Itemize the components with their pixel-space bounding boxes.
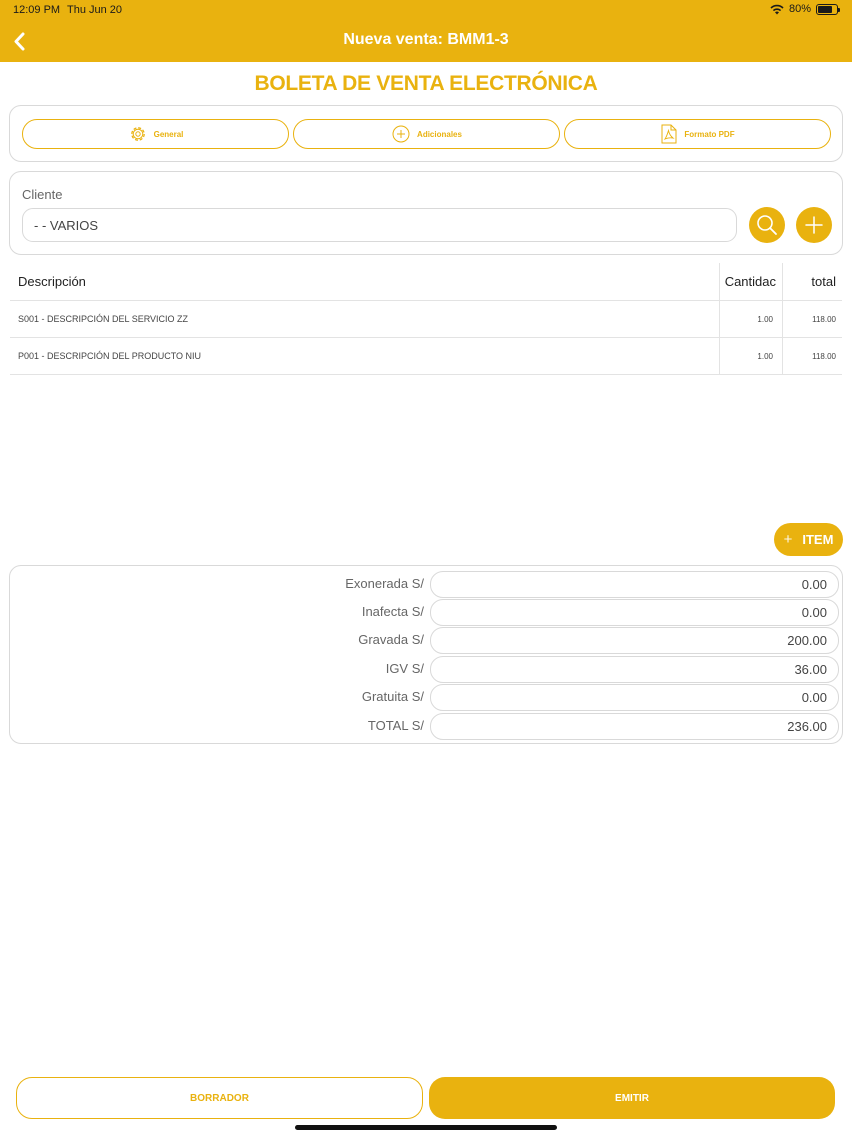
table-row[interactable]: P001 - DESCRIPCIÓN DEL PRODUCTO NIU 1.00… (10, 338, 842, 375)
tabs-panel: General Adicionales Formato PDF (9, 105, 843, 162)
total-value-field[interactable]: 236.00 (430, 713, 839, 740)
table-header: Descripción Cantidac total (10, 263, 842, 301)
tab-general[interactable]: General (22, 119, 289, 149)
total-row-inafecta: Inafecta S/ 0.00 (10, 598, 844, 626)
total-label: TOTAL S/ (367, 718, 424, 733)
status-time: 12:09 PM (13, 4, 61, 16)
battery-icon (816, 3, 840, 15)
status-right: 80% (770, 3, 840, 15)
total-row-gratuita: Gratuita S/ 0.00 (10, 683, 844, 711)
total-row-total: TOTAL S/ 236.00 (10, 712, 844, 740)
add-item-plus: + (783, 531, 793, 548)
total-label: Inafecta S/ (361, 604, 424, 619)
wifi-icon (770, 4, 784, 14)
search-icon (757, 215, 777, 235)
table-row[interactable]: S001 - DESCRIPCIÓN DEL SERVICIO ZZ 1.00 … (10, 301, 842, 338)
status-bar: 12:09 PM Thu Jun 20 80% (0, 0, 852, 22)
total-row-gravada: Gravada S/ 200.00 (10, 626, 844, 654)
plus-icon (805, 216, 823, 234)
battery-fill (818, 5, 833, 13)
client-panel: Cliente (9, 171, 843, 255)
total-label: IGV S/ (385, 661, 424, 676)
add-client-button[interactable] (796, 207, 832, 243)
tab-formato-pdf-label: Formato PDF (684, 129, 735, 139)
row-total: 118.00 (782, 338, 842, 374)
client-label: Cliente (22, 187, 63, 202)
total-label: Exonerada S/ (345, 576, 424, 591)
pdf-icon (661, 124, 677, 144)
total-value-field[interactable]: 0.00 (430, 599, 839, 626)
gear-icon (130, 127, 145, 141)
tab-formato-pdf[interactable]: Formato PDF (564, 119, 831, 149)
items-table: Descripción Cantidac total S001 - DESCRI… (10, 263, 842, 375)
emit-button[interactable]: EMITIR (429, 1077, 835, 1119)
battery-percent: 80% (788, 3, 811, 15)
status-date: Thu Jun 20 (67, 4, 123, 16)
nav-bar: Nueva venta: BMM1-3 (0, 22, 852, 62)
tab-adicionales[interactable]: Adicionales (293, 119, 560, 149)
row-description: S001 - DESCRIPCIÓN DEL SERVICIO ZZ (18, 314, 189, 324)
home-indicator (295, 1125, 557, 1130)
total-row-exonerada: Exonerada S/ 0.00 (10, 570, 844, 598)
totals-panel: Exonerada S/ 0.00 Inafecta S/ 0.00 Grava… (9, 565, 843, 744)
add-item-button[interactable]: + ITEM (774, 523, 843, 556)
page-title: BOLETA DE VENTA ELECTRÓNICA (254, 72, 598, 95)
tab-adicionales-label: Adicionales (417, 129, 462, 139)
total-value-field[interactable]: 200.00 (430, 627, 839, 654)
total-label: Gratuita S/ (361, 689, 424, 704)
row-quantity: 1.00 (719, 338, 782, 374)
nav-title: Nueva venta: BMM1-3 (343, 31, 509, 48)
total-value-field[interactable]: 36.00 (430, 656, 839, 683)
header-description: Descripción (18, 274, 86, 289)
search-client-button[interactable] (749, 207, 785, 243)
total-label: Gravada S/ (358, 632, 424, 647)
tab-general-label: General (153, 129, 184, 139)
header-quantity: Cantidac (719, 263, 782, 300)
total-row-igv: IGV S/ 36.00 (10, 655, 844, 683)
client-input[interactable] (22, 208, 737, 242)
row-description: P001 - DESCRIPCIÓN DEL PRODUCTO NIU (18, 351, 202, 361)
header-total: total (782, 263, 842, 300)
total-value-field[interactable]: 0.00 (430, 571, 839, 598)
total-value-field[interactable]: 0.00 (430, 684, 839, 711)
add-item-label: ITEM (802, 532, 834, 547)
plus-circle-icon (392, 125, 410, 143)
row-quantity: 1.00 (719, 301, 782, 337)
draft-button[interactable]: BORRADOR (16, 1077, 423, 1119)
row-total: 118.00 (782, 301, 842, 337)
